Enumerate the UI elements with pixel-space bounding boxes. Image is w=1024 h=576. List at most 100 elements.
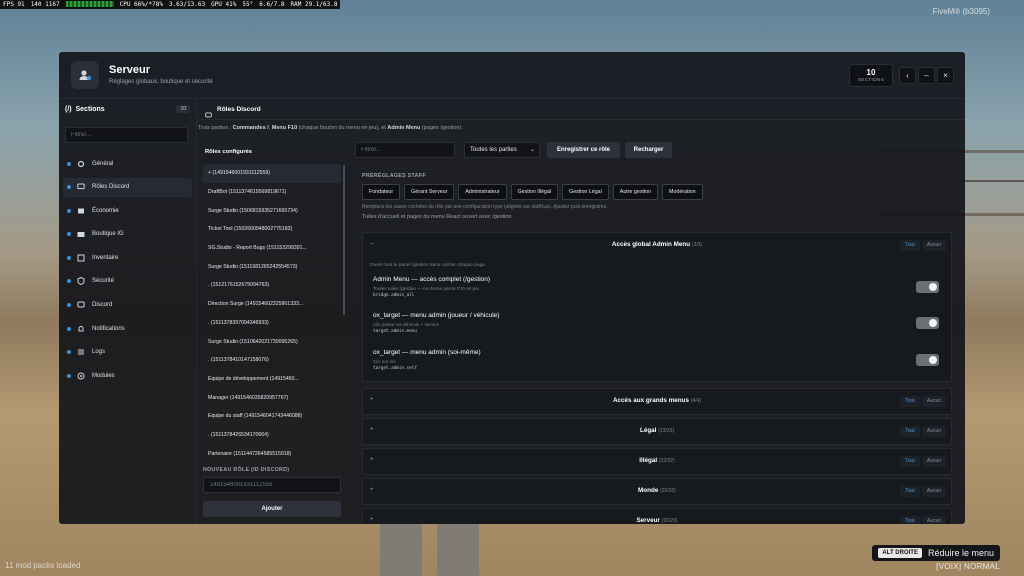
section-monde[interactable]: + Monde (33/33) Tout Aucun: [362, 478, 952, 505]
permission-toggle[interactable]: [916, 354, 939, 366]
roles-title: Rôles configurés: [205, 149, 253, 155]
role-item[interactable]: SG.Studio - Report Bugs (151153299391...: [203, 239, 341, 258]
minimize-button[interactable]: –: [918, 67, 935, 84]
preset-gestion-legal[interactable]: Gestion Légal: [562, 184, 609, 200]
note-mid: (chaque bouton du menu en jeu), et: [297, 125, 388, 131]
modpacks-status: 11 mod packs loaded: [5, 561, 81, 570]
role-item[interactable]: . (1511378410147158076): [203, 351, 341, 370]
sections-count: 10: [866, 68, 876, 77]
perf-graph: [65, 1, 114, 7]
select-none-button[interactable]: Aucun: [922, 426, 946, 437]
role-item[interactable]: Manager (1491546035820957767): [203, 388, 341, 407]
roles-panel: Rôles configurés + (1491546001931112559)…: [199, 139, 346, 522]
permission-desc: Toutes tuiles /gestion — ne donne pas le…: [373, 286, 479, 291]
parts-select[interactable]: Toutes les parties ⌄: [464, 142, 540, 158]
status-dot: [67, 350, 71, 355]
sidebar-item-securite[interactable]: Sécurité: [63, 272, 192, 291]
sidebar-item-inventaire[interactable]: Inventaire: [63, 248, 192, 267]
select-none-button[interactable]: Aucun: [922, 456, 946, 467]
permission-toggle[interactable]: [916, 281, 939, 293]
role-item[interactable]: DraftBot (1511374619569819671): [203, 183, 341, 202]
bell-icon: [76, 324, 85, 333]
role-item[interactable]: . (1511378397094346933): [203, 314, 341, 333]
roles-scrollbar[interactable]: [343, 165, 345, 315]
select-all-button[interactable]: Tout: [900, 456, 920, 467]
select-all-button[interactable]: Tout: [900, 426, 920, 437]
role-item[interactable]: Ticket Tool (1502660948002775183): [203, 220, 341, 239]
section-name: Serveur: [636, 517, 660, 524]
role-item[interactable]: Direction Surge (149154602325901333...: [203, 295, 341, 314]
sidebar-item-logs[interactable]: Logs: [63, 343, 192, 362]
staff-presets: Fondateur Gérant Serveur Administrateur …: [362, 184, 703, 200]
preset-gerant-serveur[interactable]: Gérant Serveur: [404, 184, 455, 200]
section-count: (20/20): [661, 518, 678, 524]
server-settings-panel: Serveur Réglages globaux, boutique et sé…: [59, 52, 965, 524]
select-none-button[interactable]: Aucun: [922, 486, 946, 497]
voice-mode: [VOIX] NORMAL: [936, 562, 1000, 571]
sidebar-item-label: Inventaire: [92, 254, 119, 261]
preset-gestion-illegal[interactable]: Gestion Illégal: [510, 184, 559, 200]
role-item[interactable]: Equipe de développement (14915460...: [203, 370, 341, 389]
list-icon: [76, 348, 85, 357]
save-role-button[interactable]: Enregistrer ce rôle: [547, 142, 620, 158]
sidebar-item-discord[interactable]: Discord: [63, 296, 192, 315]
role-item[interactable]: . (1512176152675094763): [203, 276, 341, 295]
sidebar-item-modules[interactable]: Modules: [63, 366, 192, 385]
permission-toggle[interactable]: [916, 317, 939, 329]
section-title: Accès aux grands menus (4/4): [363, 397, 951, 404]
section-description: Ouvre tout le panel /gestion sans cocher…: [370, 263, 487, 268]
select-all-button[interactable]: Tout: [900, 486, 920, 497]
status-dot: [67, 185, 71, 190]
section-title: Légal (23/25): [363, 427, 951, 434]
collapse-menu-hint: ALT DROITE Réduire le menu: [872, 545, 1000, 561]
new-role-id-input[interactable]: [203, 477, 341, 493]
sidebar-item-economie[interactable]: Économie: [63, 201, 192, 220]
section-name: Légal: [639, 427, 657, 434]
sidebar-item-notifications[interactable]: Notifications: [63, 319, 192, 338]
background-rail: [960, 180, 1024, 182]
select-none-button[interactable]: Aucun: [922, 516, 946, 524]
perf-cpu-ghz: 3.63/13.63: [168, 1, 206, 8]
section-name: Illégal: [639, 457, 658, 464]
sidebar-item-label: Général: [92, 160, 114, 167]
select-all-button[interactable]: Tout: [900, 396, 920, 407]
preset-administrateur[interactable]: Administrateur: [458, 184, 507, 200]
sidebar-item-general[interactable]: Général: [63, 154, 192, 173]
select-all-button[interactable]: Tout: [900, 516, 920, 524]
puzzle-icon: [76, 371, 85, 380]
permission-search-input[interactable]: [355, 142, 455, 158]
preset-autre-gestion[interactable]: Autre gestion: [612, 184, 659, 200]
sidebar-item-roles-discord[interactable]: Rôles Discord: [63, 177, 192, 197]
sidebar-filter-input[interactable]: [65, 127, 188, 143]
preset-moderation[interactable]: Modération: [662, 184, 703, 200]
toggle-knob: [929, 319, 937, 327]
section-illegal[interactable]: + Illégal (32/32) Tout Aucun: [362, 448, 952, 475]
preset-fondateur[interactable]: Fondateur: [362, 184, 401, 200]
section-title: Serveur (20/20): [363, 517, 951, 524]
role-item[interactable]: Surge Studio (1511681265242554573): [203, 257, 341, 276]
role-item[interactable]: . (1511378426534170664): [203, 426, 341, 445]
add-role-button[interactable]: Ajouter: [203, 501, 341, 517]
section-legal[interactable]: + Légal (23/25) Tout Aucun: [362, 418, 952, 445]
role-item[interactable]: Surge Studio (1510642021730095265): [203, 332, 341, 351]
permission-row: ox_target — menu admin (soi-même) Clic s…: [368, 345, 944, 378]
sidebar-item-boutique[interactable]: Boutique IG: [63, 225, 192, 244]
role-item[interactable]: + (1491546001931112559): [203, 164, 341, 183]
select-none-button[interactable]: Aucun: [922, 396, 946, 407]
section-serveur[interactable]: + Serveur (20/20) Tout Aucun: [362, 508, 952, 524]
section-header[interactable]: – Accès global Admin Menu (3/3): [363, 233, 951, 258]
select-all-button[interactable]: Tout: [900, 240, 920, 251]
role-item[interactable]: Equipe du staff (1491546041743446088): [203, 407, 341, 426]
select-none-button[interactable]: Aucun: [922, 240, 946, 251]
role-item[interactable]: Partenaire (1511447264585515018): [203, 444, 341, 463]
gear-icon: [76, 159, 85, 168]
close-button[interactable]: ×: [937, 67, 954, 84]
perf-cpu: CPU 66%/*78%: [119, 1, 163, 8]
sidebar-item-label: Notifications: [92, 325, 125, 332]
role-item[interactable]: Surge Studio (1506815935271665734): [203, 201, 341, 220]
section-grands-menus[interactable]: + Accès aux grands menus (4/4) Tout Aucu…: [362, 388, 952, 415]
section-intro-note: Trois parties : Commandes /, Menu F10 (c…: [198, 125, 463, 131]
reload-button[interactable]: Recharger: [625, 142, 672, 158]
back-button[interactable]: ‹: [899, 67, 916, 84]
fivem-build-label: FiveM® (b3095): [932, 7, 990, 16]
